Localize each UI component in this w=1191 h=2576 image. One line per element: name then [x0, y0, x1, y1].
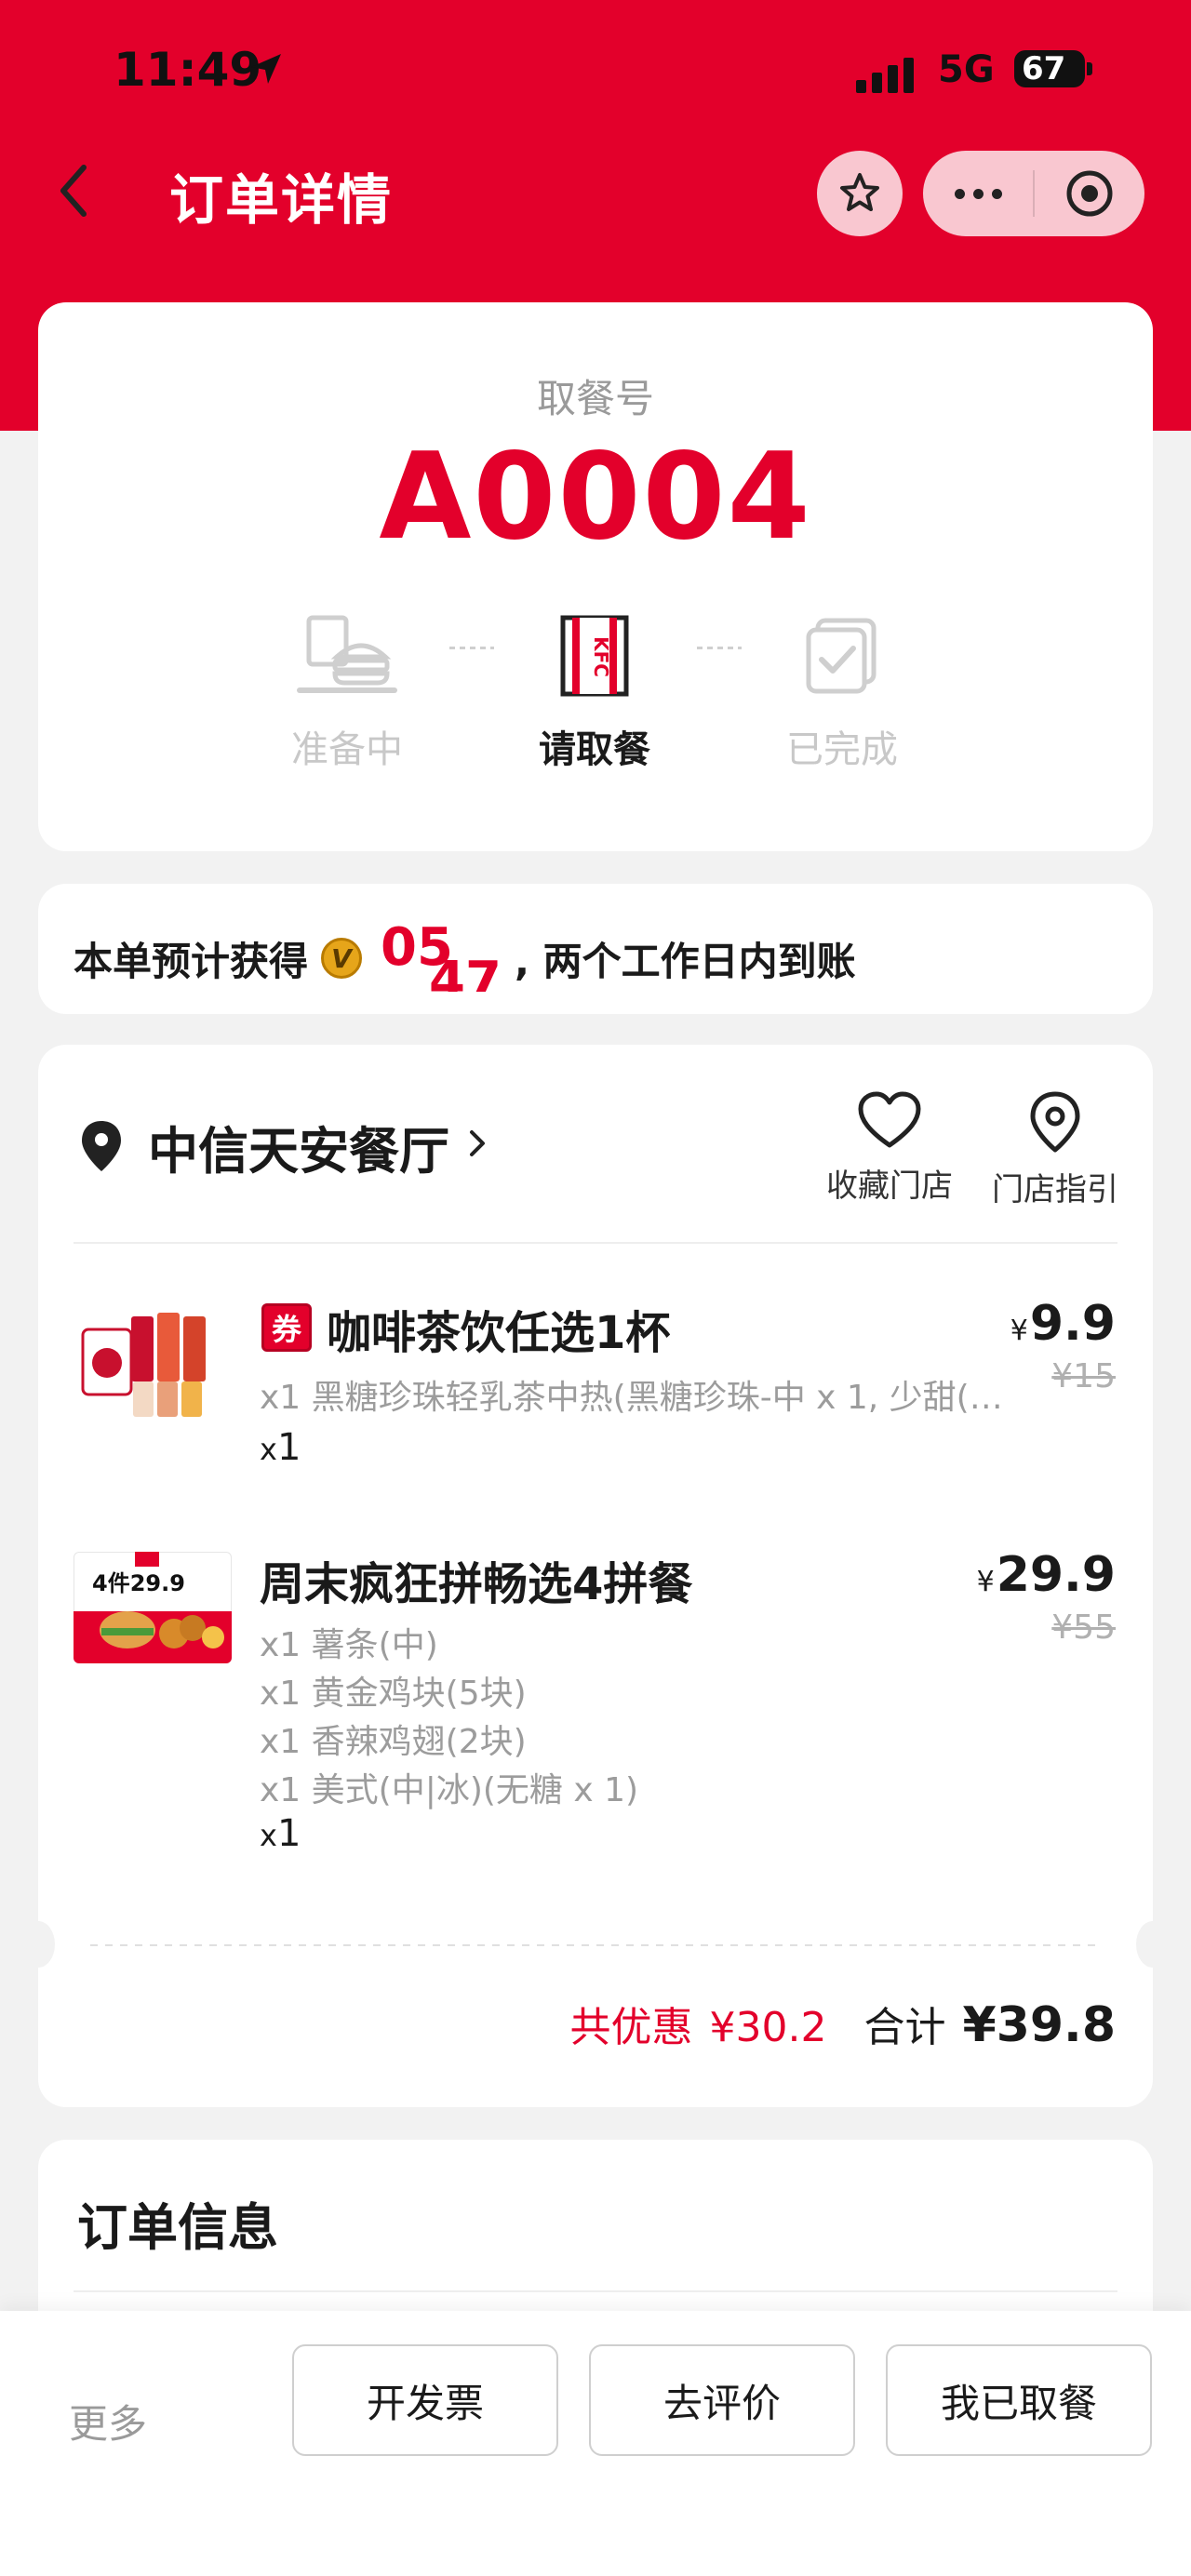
pickup-label: 取餐号: [536, 376, 654, 421]
original-price: ¥15: [1051, 1357, 1116, 1395]
review-button[interactable]: 去评价: [589, 2344, 855, 2456]
chevron-right-icon: [466, 1127, 488, 1164]
currency-symbol: ¥: [1010, 1315, 1028, 1347]
current-price: ¥9.9: [1010, 1296, 1116, 1352]
order-items-card: 中信天安餐厅 收藏门店 门店指引 券 咖啡茶饮任选1杯 x1 黑糖珍珠轻乳茶中热…: [21, 1045, 1170, 2107]
coupon-badge: 券: [261, 1303, 312, 1352]
item-price: ¥29.9 ¥55: [977, 1547, 1116, 1647]
more-options-button[interactable]: [923, 151, 1033, 236]
meal-tray-icon: [297, 615, 397, 693]
qty-value: 1: [276, 1426, 301, 1469]
favorite-store-label: 收藏门店: [826, 1168, 953, 1205]
original-price: ¥55: [1051, 1608, 1116, 1647]
svg-text:KFC: KFC: [590, 636, 612, 677]
location-pin-icon: [79, 1119, 124, 1177]
signal-icon: [856, 58, 914, 93]
price-value: 29.9: [996, 1547, 1116, 1603]
product-image-combo-meal: 4件29.9: [74, 1552, 232, 1663]
item-detail-line: x1 黄金鸡块(5块): [260, 1675, 527, 1713]
combo-image-text: 4件29.9: [92, 1570, 185, 1596]
current-price: ¥29.9: [977, 1547, 1116, 1603]
kfc-bag-icon: KFC: [560, 615, 629, 697]
item-detail-line: x1 香辣鸡翅(2块): [260, 1723, 527, 1761]
divider: [74, 1242, 1117, 1244]
discount-value: ¥30.2: [709, 2004, 827, 2051]
store-guide-button[interactable]: 门店指引: [985, 1091, 1125, 1209]
completed-check-icon: [806, 618, 877, 694]
item-name: 周末疯狂拼畅选4拼餐: [260, 1558, 693, 1610]
page-title: 订单详情: [169, 168, 394, 232]
heart-icon: [858, 1091, 921, 1148]
picked-up-button[interactable]: 我已取餐: [886, 2344, 1152, 2456]
rolling-digit: 47: [429, 951, 502, 992]
pickup-card: 取餐号 A0004 准备中 KFC 请取餐 已完成: [38, 302, 1153, 851]
points-prefix: 本单预计获得: [74, 938, 309, 984]
back-button[interactable]: [52, 158, 99, 223]
product-image-coffee-drinks: [74, 1296, 222, 1426]
bottom-action-bar: 更多 开发票 去评价 我已取餐: [0, 2311, 1191, 2576]
step-preparing: 准备中: [254, 609, 440, 773]
item-name: 咖啡茶饮任选1杯: [327, 1307, 671, 1359]
points-card: 本单预计获得 V 05 47 , 两个工作日内到账: [38, 884, 1153, 1014]
target-icon: [1066, 170, 1113, 217]
more-button[interactable]: 更多: [69, 2393, 147, 2449]
item-detail: x1 黑糖珍珠轻乳茶中热(黑糖珍珠-中 x 1, 少甜(…: [260, 1379, 1003, 1417]
qty-value: 1: [276, 1812, 301, 1855]
step-completed: 已完成: [749, 609, 935, 773]
step-label: 已完成: [786, 728, 898, 771]
store-guide-label: 门店指引: [992, 1171, 1118, 1208]
divider: [74, 2290, 1117, 2292]
points-suffix: , 两个工作日内到账: [515, 938, 856, 984]
map-pin-icon: [1030, 1091, 1080, 1153]
order-info-title: 订单信息: [77, 2198, 278, 2257]
qty-prefix: x: [260, 1432, 277, 1467]
battery-level: 67: [1022, 50, 1066, 87]
star-icon: [840, 173, 879, 211]
points-rolling-number: 05 47: [371, 925, 511, 992]
total-value: ¥39.8: [962, 1997, 1116, 2053]
favorite-store-button[interactable]: 收藏门店: [820, 1091, 959, 1206]
item-detail-line: x1 薯条(中): [260, 1626, 438, 1664]
price-value: 9.9: [1029, 1296, 1116, 1352]
discount-label: 共优惠: [569, 2004, 693, 2051]
step-connector: [697, 647, 742, 649]
store-name-link[interactable]: 中信天安餐厅: [148, 1110, 449, 1183]
step-label: 准备中: [291, 728, 403, 771]
order-totals: 共优惠 ¥30.2 合计 ¥39.8: [570, 1994, 1116, 2053]
dashed-divider: [90, 1944, 1101, 1946]
total-label: 合计: [863, 2004, 946, 2051]
step-ready-for-pickup: KFC 请取餐: [502, 609, 688, 773]
item-price: ¥9.9 ¥15: [1010, 1296, 1116, 1395]
qty-prefix: x: [260, 1818, 277, 1853]
step-label: 请取餐: [539, 728, 650, 771]
ticket-notch: [1136, 1921, 1170, 1968]
network-type: 5G: [938, 48, 995, 91]
item-quantity: x1: [260, 1812, 301, 1855]
location-arrow-icon: [248, 50, 285, 91]
battery-icon: 67: [1014, 50, 1092, 87]
pickup-number: A0004: [379, 428, 812, 567]
ticket-notch: [21, 1921, 55, 1968]
invoice-button[interactable]: 开发票: [292, 2344, 558, 2456]
currency-symbol: ¥: [976, 1566, 995, 1598]
v-coin-icon: V: [321, 938, 363, 979]
step-connector: [449, 647, 494, 649]
status-time: 11:49: [114, 43, 262, 97]
favorite-star-button[interactable]: [817, 151, 903, 236]
miniapp-capsule: [923, 151, 1144, 236]
close-miniapp-button[interactable]: [1035, 167, 1144, 220]
item-quantity: x1: [260, 1426, 301, 1469]
item-details: x1 薯条(中) x1 黄金鸡块(5块) x1 香辣鸡翅(2块) x1 美式(中…: [260, 1622, 638, 1815]
points-message: 本单预计获得 V 05 47 , 两个工作日内到账: [74, 925, 856, 992]
item-detail-line: x1 美式(中|冰)(无糖 x 1): [260, 1771, 639, 1809]
